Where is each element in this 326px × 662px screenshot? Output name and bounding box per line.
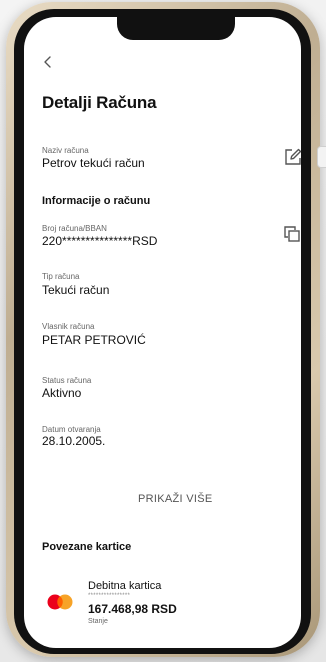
account-status-label: Status računa	[42, 376, 92, 385]
side-button	[317, 146, 326, 168]
card-balance-label: Stanje	[88, 618, 108, 625]
section-title-account-info: Informacije o računu	[42, 195, 151, 207]
account-name-value: Petrov tekući račun	[42, 156, 145, 170]
opening-date-label: Datum otvaranja	[42, 425, 101, 434]
back-button[interactable]	[42, 55, 54, 69]
account-owner-label: Vlasnik računa	[42, 322, 95, 331]
edit-button[interactable]	[283, 147, 303, 167]
account-status-value: Aktivno	[42, 386, 82, 400]
account-type-label: Tip računa	[42, 272, 80, 281]
card-name: Debitna kartica	[88, 580, 162, 592]
copy-icon	[284, 226, 300, 242]
chevron-left-icon	[44, 56, 51, 68]
show-more-button[interactable]: PRIKAŽI VIŠE	[138, 493, 213, 505]
phone-notch	[117, 16, 235, 40]
page-title: Detalji Računa	[42, 93, 157, 112]
opening-date-value: 28.10.2005.	[42, 434, 106, 448]
section-title-linked-cards: Povezane kartice	[42, 541, 132, 553]
copy-button[interactable]	[282, 224, 302, 244]
edit-icon	[285, 148, 302, 165]
account-name-label: Naziv računa	[42, 146, 89, 155]
account-type-value: Tekući račun	[42, 283, 110, 297]
mastercard-logo-icon	[47, 594, 73, 610]
card-balance: 167.468,98 RSD	[88, 602, 177, 616]
account-number-value: 220***************RSD	[42, 234, 158, 248]
account-owner-value: PETAR PETROVIĆ	[42, 333, 146, 347]
card-number-masked: ****************	[88, 593, 131, 599]
account-number-label: Broj računa/BBAN	[42, 224, 107, 233]
